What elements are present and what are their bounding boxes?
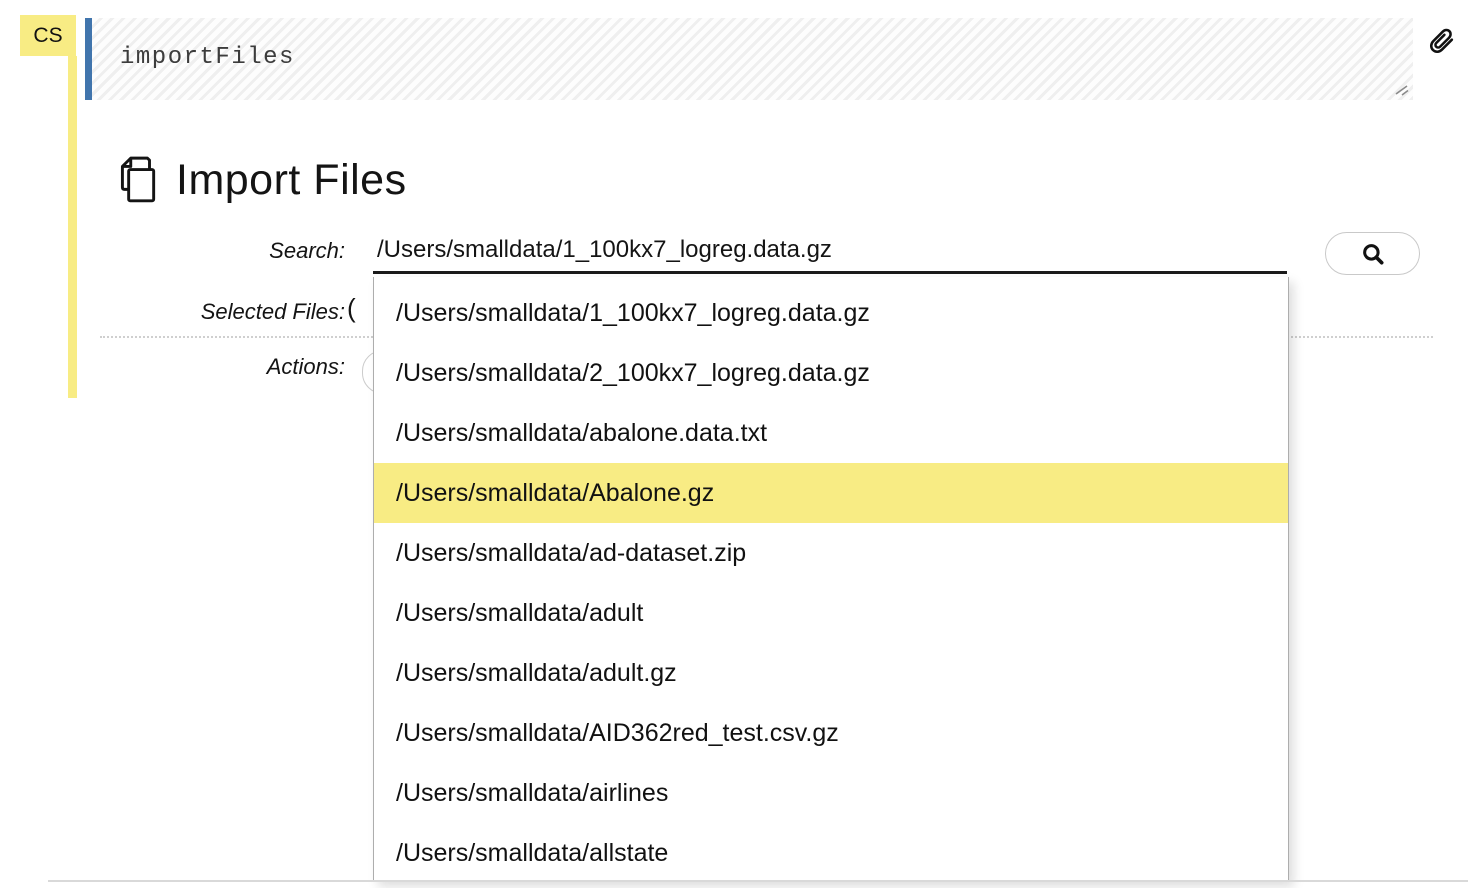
cell-boundary-line: [48, 880, 1468, 882]
search-input[interactable]: [373, 230, 1287, 274]
selected-files-open-paren: (: [347, 293, 356, 324]
paperclip-icon[interactable]: [1427, 24, 1461, 64]
file-option[interactable]: /Users/smalldata/2_100kx7_logreg.data.gz: [374, 343, 1288, 403]
file-option[interactable]: /Users/smalldata/AID362red_test.csv.gz: [374, 703, 1288, 763]
code-input[interactable]: importFiles: [85, 18, 1413, 100]
code-cell: importFiles: [85, 18, 1413, 100]
page-heading: Import Files: [112, 152, 407, 208]
file-option[interactable]: /Users/smalldata/ad-dataset.zip: [374, 523, 1288, 583]
file-option[interactable]: /Users/smalldata/Abalone.gz: [374, 463, 1288, 523]
search-button[interactable]: [1325, 232, 1420, 275]
file-option[interactable]: /Users/smalldata/abalone.data.txt: [374, 403, 1288, 463]
magnifier-icon: [1360, 241, 1386, 267]
file-option[interactable]: /Users/smalldata/1_100kx7_logreg.data.gz: [374, 283, 1288, 343]
cell-type-badge[interactable]: CS: [20, 15, 76, 56]
file-option[interactable]: /Users/smalldata/adult: [374, 583, 1288, 643]
resize-grip-icon[interactable]: [1394, 81, 1410, 97]
cell-flag-bar: [68, 56, 77, 398]
files-icon: [112, 155, 162, 205]
file-option[interactable]: /Users/smalldata/allstate: [374, 823, 1288, 882]
selected-files-label: Selected Files:: [60, 299, 345, 325]
search-label: Search:: [60, 238, 345, 264]
file-option[interactable]: /Users/smalldata/airlines: [374, 763, 1288, 823]
file-suggestion-dropdown: /Users/smalldata/1_100kx7_logreg.data.gz…: [373, 277, 1289, 882]
actions-label: Actions:: [60, 354, 345, 380]
file-suggestion-list: /Users/smalldata/1_100kx7_logreg.data.gz…: [374, 277, 1288, 882]
file-option[interactable]: /Users/smalldata/adult.gz: [374, 643, 1288, 703]
page-title: Import Files: [176, 156, 407, 205]
